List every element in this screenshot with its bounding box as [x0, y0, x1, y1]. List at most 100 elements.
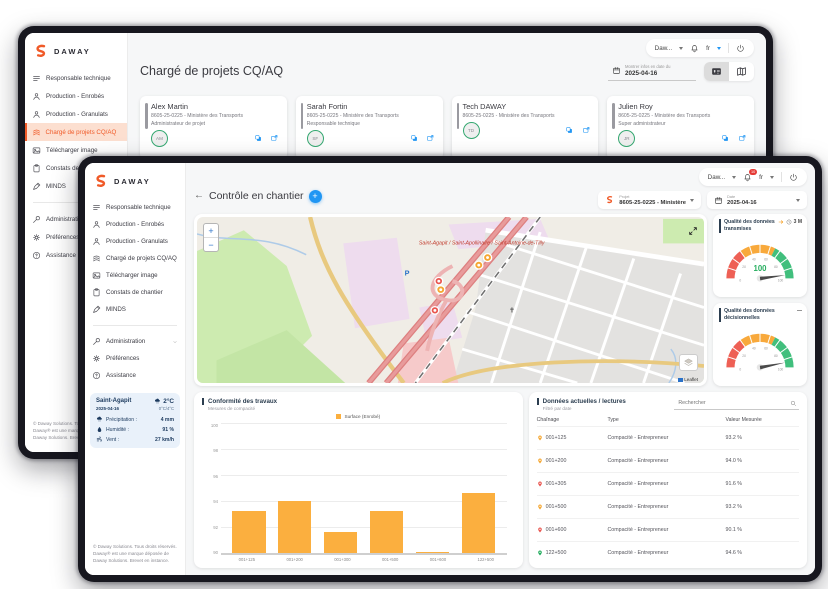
sidebar-item-production-enrobes[interactable]: Production - Enrobés [25, 87, 127, 105]
copy-button[interactable] [410, 134, 419, 143]
share-icon [738, 134, 747, 143]
map-attribution[interactable]: Leaflet [678, 377, 698, 382]
table-row[interactable]: 001+125Compacité - Entrepreneur93.2 % [537, 426, 799, 449]
gauge-badge: 3 M [778, 219, 802, 225]
share-button[interactable] [270, 134, 279, 143]
language-selector[interactable]: fr [759, 174, 763, 181]
front-sidebar: DAWAY Responsable technique Production -… [85, 163, 186, 575]
date-selector[interactable]: Date2025-04-16 [707, 191, 807, 209]
sidebar-item-assistance[interactable]: Assistance [85, 367, 185, 384]
map-layers-button[interactable] [679, 354, 698, 371]
wind-icon [96, 436, 103, 443]
table-row[interactable]: 001+200Compacité - Entrepreneur94.0 % [537, 449, 799, 472]
table-header-row: Chaînage Type Valeur Mesurée [537, 417, 799, 426]
svg-text:80: 80 [774, 354, 778, 358]
user-card[interactable]: Alex Martin 8605-25-0225 - Ministère des… [140, 96, 287, 160]
table-title: Données actuelles / lectures [537, 398, 626, 405]
image-icon [32, 146, 41, 155]
copy-icon [410, 134, 419, 143]
layers-icon [92, 254, 101, 263]
language-selector[interactable]: fr [706, 45, 710, 52]
notifications-button[interactable]: 10 [743, 173, 752, 182]
search-input[interactable] [676, 399, 790, 407]
share-icon [426, 134, 435, 143]
svg-text:60: 60 [764, 346, 768, 350]
user-menu[interactable]: Daw... [708, 174, 726, 181]
daway-s-icon [93, 173, 110, 190]
svg-text:20: 20 [742, 265, 746, 269]
table-row[interactable]: 001+600Compacité - Entrepreneur90.1 % [537, 518, 799, 541]
share-button[interactable] [582, 126, 591, 135]
desktop-canvas: DAWAY Responsable technique Production -… [0, 0, 828, 589]
date-filter-field[interactable]: Montrer infos en date du2025-04-16 [608, 62, 696, 81]
account-pill: Daw... fr [646, 39, 754, 57]
user-card[interactable]: Tech DAWAY 8605-25-0225 - Ministère des … [452, 96, 599, 160]
sidebar-item-charge-de-projets[interactable]: Chargé de projets CQ/AQ [25, 123, 127, 141]
sidebar-item-administration[interactable]: Administration [85, 333, 185, 350]
sidebar-item-production-granulats[interactable]: Production - Granulats [85, 233, 185, 250]
clipboard-icon [32, 164, 41, 173]
pin-icon [537, 434, 543, 442]
weather-date: 2025-04-16 [96, 406, 131, 411]
bell-icon [690, 44, 699, 53]
svg-text:100: 100 [778, 278, 784, 282]
user-card[interactable]: Julien Roy 8605-25-0225 - Ministère des … [607, 96, 754, 160]
share-button[interactable] [426, 134, 435, 143]
chart-bar [278, 501, 311, 553]
sidebar-item-production-granulats[interactable]: Production - Granulats [25, 105, 127, 123]
chart-title: Conformité des travaux [202, 398, 515, 405]
back-topbar: Daw... fr [140, 39, 754, 57]
user-menu[interactable]: Daw... [655, 45, 673, 52]
pin-icon [537, 457, 543, 465]
copy-button[interactable] [254, 134, 263, 143]
svg-text:60: 60 [764, 257, 768, 261]
add-button[interactable]: + [309, 190, 322, 203]
wrench-icon [92, 337, 101, 346]
svg-text:20: 20 [742, 354, 746, 358]
project-selector[interactable]: Projet8605-25-0225 - Ministère [598, 191, 701, 209]
sidebar-item-preferences[interactable]: Préférences [85, 350, 185, 367]
sidebar-item-responsable-technique[interactable]: Responsable technique [25, 69, 127, 87]
sidebar-item-minds[interactable]: MINDS [85, 301, 185, 318]
sidebar-item-charge-de-projets[interactable]: Chargé de projets CQ/AQ [85, 250, 185, 267]
map-card: Saint-Agapit / Saint-Apollinaire / Saint… [194, 214, 707, 386]
pin-icon [537, 549, 543, 557]
chart-subtitle: Mesures de compacité [202, 406, 515, 411]
front-window: DAWAY Responsable technique Production -… [78, 156, 822, 582]
sidebar-item-production-enrobes[interactable]: Production - Enrobés [85, 216, 185, 233]
chevron-down-icon [690, 199, 694, 202]
logout-button[interactable] [736, 44, 745, 53]
list-icon [32, 74, 41, 83]
daway-s-icon [33, 43, 50, 60]
map-expand-button[interactable] [688, 223, 698, 241]
gauge-chart: 0 20 40 60 80 100 [719, 324, 801, 373]
page-title: Contrôle en chantier [209, 190, 304, 202]
share-button[interactable] [738, 134, 747, 143]
card-view-button[interactable] [704, 62, 729, 81]
chart-plot-area [221, 423, 507, 555]
daway-logo: DAWAY [85, 171, 185, 199]
table-row[interactable]: 001+305Compacité - Entrepreneur91.6 % [537, 472, 799, 495]
sidebar-item-constats-de-chantier[interactable]: Constats de chantier [85, 284, 185, 301]
notifications-button[interactable] [690, 44, 699, 53]
share-icon [582, 126, 591, 135]
logout-button[interactable] [789, 173, 798, 182]
user-card[interactable]: Sarah Fortin 8605-25-0225 - Ministère de… [296, 96, 443, 160]
notification-badge: 10 [749, 169, 757, 175]
zoom-out-button[interactable]: − [204, 238, 218, 251]
table-row[interactable]: 001+500Compacité - Entrepreneur93.2 % [537, 495, 799, 518]
svg-text:0: 0 [739, 278, 741, 282]
copy-button[interactable] [721, 134, 730, 143]
sidebar-item-telecharger-image[interactable]: Télécharger image [85, 267, 185, 284]
back-button[interactable]: ← [194, 191, 204, 201]
zoom-in-button[interactable]: + [204, 224, 218, 238]
map-canvas[interactable]: Saint-Agapit / Saint-Apollinaire / Saint… [197, 217, 704, 383]
table-row[interactable]: 122+500Compacité - Entrepreneur94.6 % [537, 541, 799, 564]
map-view-button[interactable] [729, 62, 754, 81]
copy-button[interactable] [565, 126, 574, 135]
table-search [674, 398, 799, 410]
gauge-value: 100 [754, 263, 768, 272]
sidebar-item-responsable-technique[interactable]: Responsable technique [85, 199, 185, 216]
sidebar-divider [93, 325, 177, 326]
weather-row: Humidité :91 % [96, 426, 174, 433]
